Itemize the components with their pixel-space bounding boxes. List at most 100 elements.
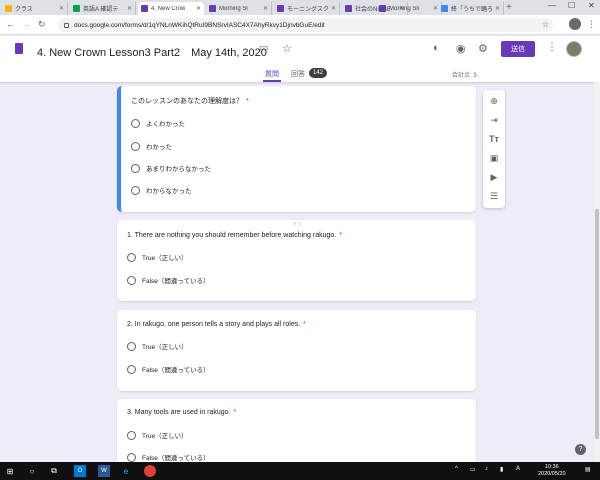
browser-tab[interactable]: 英語A 確認テ ✕ [70, 2, 136, 15]
radio-circle-icon[interactable] [131, 141, 140, 151]
radio-option[interactable]: False（間違っている） [127, 275, 210, 285]
settings-gear-icon[interactable]: ⚙ [478, 42, 488, 55]
forms-doc-icon[interactable] [15, 43, 23, 54]
form-title[interactable]: 4. New Crown Lesson3 Part2 May 14th, 202… [37, 44, 267, 60]
required-asterisk: * [233, 409, 237, 416]
tab-responses[interactable]: 回答 [291, 69, 305, 79]
tab-favicon-icon [345, 5, 352, 12]
radio-circle-icon[interactable] [127, 275, 136, 285]
outlook-icon[interactable]: O [74, 465, 86, 477]
browser-tab[interactable]: クラス ✕ [2, 2, 68, 15]
tray-up-arrow-icon[interactable]: ^ [455, 466, 458, 472]
ime-indicator[interactable]: A [516, 466, 520, 472]
battery-icon[interactable]: ▮ [500, 466, 503, 473]
radio-circle-icon[interactable] [127, 364, 136, 374]
tab-favicon-icon [277, 5, 284, 12]
back-icon[interactable]: ← [6, 19, 15, 29]
radio-circle-icon[interactable] [131, 185, 140, 195]
radio-option[interactable]: True（正しい） [127, 341, 188, 351]
drag-handle-icon[interactable]: ⠿⠿ [293, 222, 302, 228]
taskbar: ⊞ ○ ⧉ O W e ^ ▭ ♪ ▮ A 10:36 2020/05/20 ▤ [0, 462, 600, 480]
word-icon[interactable]: W [98, 465, 110, 477]
scrollbar-thumb[interactable] [595, 209, 599, 439]
close-tab-icon[interactable]: ✕ [127, 5, 132, 12]
radio-circle-icon[interactable] [127, 430, 136, 440]
radio-circle-icon[interactable] [127, 341, 136, 351]
required-asterisk: * [246, 98, 249, 105]
radio-option[interactable]: True（正しい） [127, 430, 188, 440]
browser-tab-strip: クラス ✕ 英語A 確認テ ✕ 4. New Crow ✕ Morning Sl ✕ モ… [0, 0, 600, 15]
question-card[interactable]: 3. Many tools are used in rakugo. * True（… [117, 399, 476, 469]
browser-tab[interactable]: 終「うちで踊ろ ✕ [438, 2, 504, 15]
close-tab-icon[interactable]: ✕ [331, 5, 336, 12]
notifications-icon[interactable]: ▤ [585, 466, 591, 473]
tab-questions[interactable]: 質問 [265, 69, 279, 79]
tab-favicon-icon [379, 5, 386, 12]
close-tab-icon[interactable]: ✕ [263, 5, 268, 12]
browser-menu-icon[interactable]: ⋮ [587, 19, 596, 30]
radio-circle-icon[interactable] [127, 252, 136, 262]
form-tabs: 質問 回答 142 合計点: 3 [0, 65, 600, 82]
import-questions-icon[interactable]: ⇥ [488, 114, 500, 126]
folder-icon[interactable]: ▭ [259, 43, 268, 54]
browser-tab[interactable]: Morning Sli ✕ [376, 2, 442, 15]
profile-avatar-icon[interactable] [569, 18, 581, 30]
question-card[interactable]: このレッスンのあなたの理解度は？ * よくわかった わかった あまりわからなかった… [117, 86, 476, 212]
avatar[interactable] [566, 41, 582, 57]
network-icon[interactable]: ▭ [470, 466, 476, 473]
windows-start-icon[interactable]: ⊞ [4, 465, 16, 477]
radio-circle-icon[interactable] [127, 452, 136, 462]
forward-icon[interactable]: → [22, 19, 31, 29]
edge-icon[interactable]: e [120, 465, 132, 477]
chrome-icon[interactable] [144, 465, 156, 477]
close-tab-icon[interactable]: ✕ [495, 5, 500, 12]
palette-icon[interactable]: ◐ [433, 42, 440, 54]
system-clock[interactable]: 10:36 2020/05/20 [538, 464, 566, 478]
help-icon[interactable]: ? [575, 444, 586, 455]
minimize-button[interactable]: — [548, 1, 556, 10]
radio-option[interactable]: True（正しい） [127, 252, 188, 262]
required-asterisk: * [339, 232, 342, 239]
star-icon[interactable]: ☆ [282, 42, 292, 55]
radio-option[interactable]: よくわかった [131, 118, 185, 128]
volume-icon[interactable]: ♪ [485, 466, 488, 472]
close-window-button[interactable]: ✕ [588, 1, 595, 10]
radio-option[interactable]: False（間違っている） [127, 452, 210, 462]
bookmark-star-icon[interactable]: ☆ [542, 20, 549, 29]
url-text: docs.google.com/forms/d/1qYNLnWKihQtRuI9… [74, 21, 325, 29]
radio-circle-icon[interactable] [131, 163, 140, 173]
add-title-icon[interactable]: Tт [488, 133, 500, 145]
browser-tab[interactable]: Morning Sl ✕ [206, 2, 272, 15]
taskbar-search-icon[interactable]: ○ [26, 465, 38, 477]
required-asterisk: * [303, 321, 306, 328]
preview-eye-icon[interactable]: ◉ [456, 42, 466, 55]
send-button[interactable]: 送信 [501, 41, 535, 57]
add-question-icon[interactable]: ⊕ [488, 95, 500, 107]
question-card[interactable]: 2. In rakugo, one person tells a story a… [117, 310, 476, 391]
add-section-icon[interactable]: ☰ [488, 190, 500, 202]
reload-icon[interactable]: ↻ [38, 19, 46, 30]
question-card[interactable]: ⠿⠿ 1. There are nothing you should remem… [117, 220, 476, 301]
add-video-icon[interactable]: ▶ [488, 171, 500, 183]
radio-option[interactable]: わかった [131, 141, 172, 151]
radio-option[interactable]: False（間違っている） [127, 364, 210, 374]
browser-tab-active[interactable]: 4. New Crow ✕ [138, 2, 204, 15]
more-options-icon[interactable]: ⋮ [547, 42, 557, 53]
radio-option[interactable]: わからなかった [131, 185, 192, 195]
clock-date: 2020/05/20 [538, 471, 566, 477]
url-input[interactable]: docs.google.com/forms/d/1qYNLnWKihQtRuI9… [58, 18, 553, 32]
close-tab-icon[interactable]: ✕ [59, 5, 64, 12]
browser-tab[interactable]: モーニングスク ✕ [274, 2, 340, 15]
radio-circle-icon[interactable] [131, 118, 140, 128]
active-tab-indicator [263, 80, 281, 82]
clock-time: 10:36 [544, 464, 559, 470]
tab-favicon-icon [141, 5, 148, 12]
maximize-button[interactable]: ☐ [568, 1, 575, 10]
add-image-icon[interactable]: ▣ [488, 152, 500, 164]
close-tab-icon[interactable]: ✕ [196, 5, 201, 12]
radio-option[interactable]: あまりわからなかった [131, 163, 211, 173]
forms-header: 4. New Crown Lesson3 Part2 May 14th, 202… [0, 36, 600, 82]
new-tab-button[interactable]: + [506, 2, 512, 13]
address-bar: ← → ↻ docs.google.com/forms/d/1qYNLnWKih… [0, 15, 600, 35]
task-view-icon[interactable]: ⧉ [48, 465, 60, 477]
